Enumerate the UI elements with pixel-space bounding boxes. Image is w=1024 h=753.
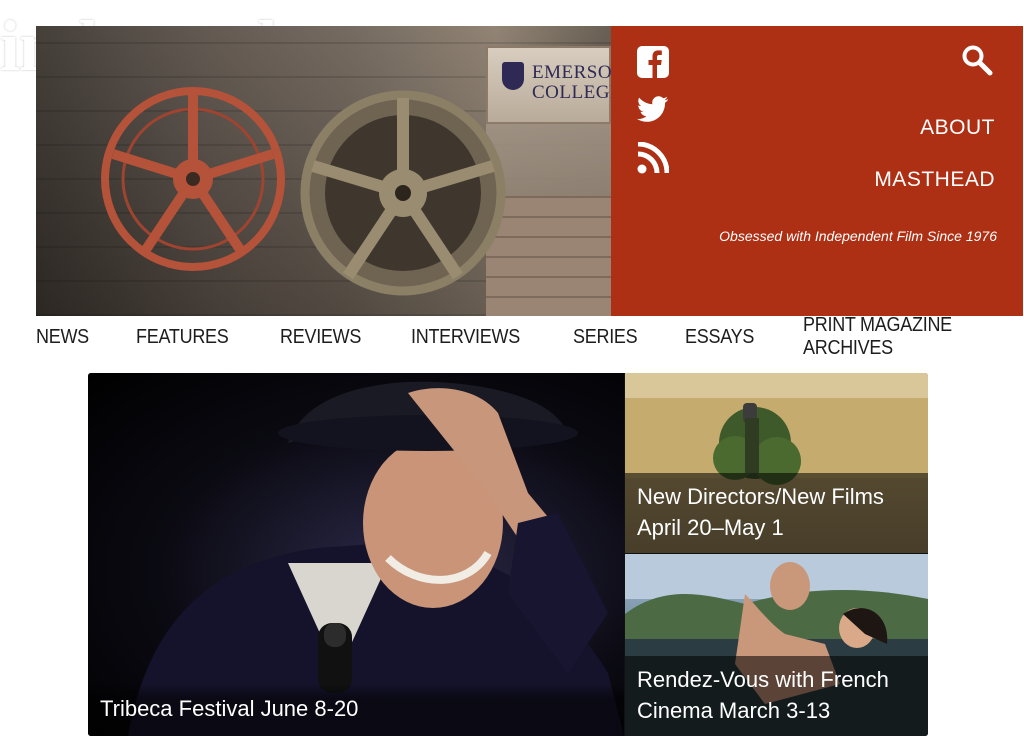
masthead-link[interactable]: MASTHEAD <box>874 168 995 192</box>
nav-item-print-magazine-archives[interactable]: PRINT MAGAZINE ARCHIVES <box>803 314 965 360</box>
plaque-line-1: EMERSON <box>532 62 611 83</box>
header-red-panel: ABOUT MASTHEAD Obsessed with Independent… <box>611 26 1023 316</box>
nav-item-essays[interactable]: ESSAYS <box>685 326 754 349</box>
twitter-icon[interactable] <box>637 94 669 126</box>
plaque-line-2: COLLEGE <box>532 82 611 103</box>
main-nav: NEWS FEATURES REVIEWS INTERVIEWS SERIES … <box>36 314 1024 359</box>
nav-item-series[interactable]: SERIES <box>573 326 638 349</box>
featured-story-main-title[interactable]: Tribeca Festival June 8-20 <box>88 683 624 736</box>
nav-item-features[interactable]: FEATURES <box>136 326 229 349</box>
search-icon[interactable] <box>961 44 993 76</box>
nav-item-reviews[interactable]: REVIEWS <box>280 326 361 349</box>
featured-story-side-2[interactable]: Rendez-Vous with French Cinema March 3-1… <box>625 554 928 736</box>
film-reel-icon <box>101 87 285 271</box>
header-hero-image: EMERSON COLLEGE <box>36 26 611 316</box>
featured-story-main[interactable]: Tribeca Festival June 8-20 <box>88 373 624 736</box>
nav-item-news[interactable]: NEWS <box>36 326 89 349</box>
facebook-icon[interactable] <box>637 46 669 78</box>
about-link[interactable]: ABOUT <box>920 116 995 140</box>
emerson-shield-icon <box>502 62 524 90</box>
featured-story-side-1-title[interactable]: New Directors/New Films April 20–May 1 <box>625 473 928 553</box>
featured-story-side-1[interactable]: New Directors/New Films April 20–May 1 <box>625 373 928 553</box>
site-tagline: Obsessed with Independent Film Since 197… <box>719 228 997 244</box>
film-reel-icon <box>300 90 506 296</box>
featured-stories: Tribeca Festival June 8-20 New Directors… <box>88 373 928 736</box>
rss-icon[interactable] <box>637 142 669 174</box>
story-photo <box>128 381 624 736</box>
featured-story-side-2-title[interactable]: Rendez-Vous with French Cinema March 3-1… <box>625 656 928 736</box>
nav-item-interviews[interactable]: INTERVIEWS <box>411 326 520 349</box>
